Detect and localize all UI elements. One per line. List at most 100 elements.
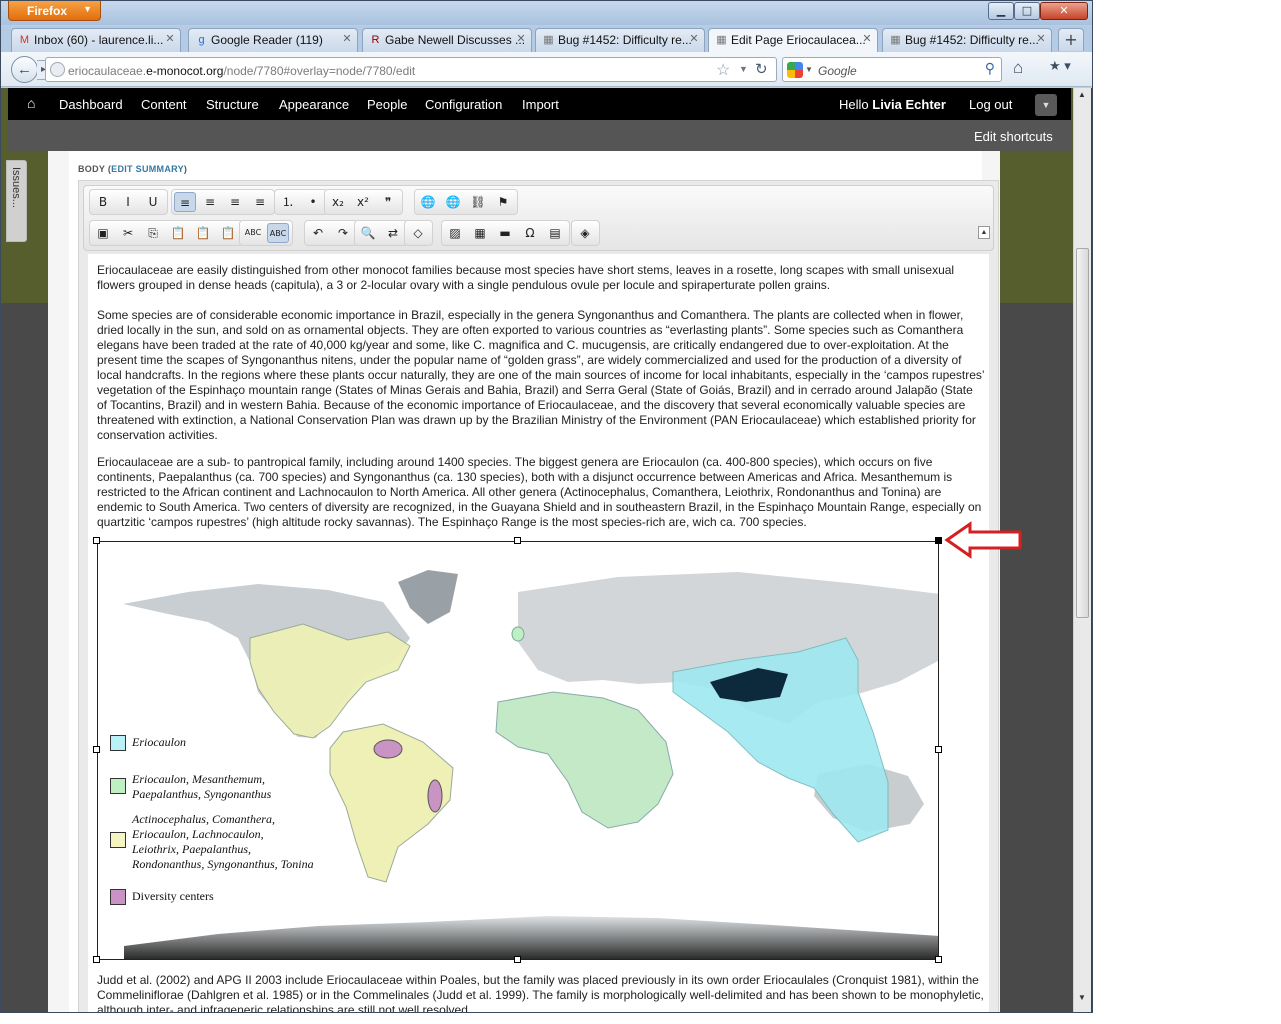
numbered-list-button[interactable]: ⒈ (277, 192, 299, 212)
paste-button[interactable]: 📋 (167, 223, 189, 243)
horizontal-rule-button[interactable]: ▬ (494, 223, 516, 243)
browser-tab[interactable]: ▦ Edit Page Eriocaulacea... ✕ (708, 28, 878, 53)
find-button[interactable]: 🔍 (357, 223, 379, 243)
scroll-up-icon[interactable]: ▲ (1078, 90, 1086, 99)
maximize-button[interactable]: □ (1014, 2, 1040, 20)
underline-button[interactable]: U (142, 192, 164, 212)
special-char-button[interactable]: Ω (519, 223, 541, 243)
toolbar-group: ↶ ↷ (304, 220, 358, 246)
bullet-list-button[interactable]: • (302, 192, 324, 212)
resize-handle-top[interactable] (514, 537, 521, 544)
resize-handle-bottom-right[interactable] (935, 956, 942, 963)
resize-handle-top-right[interactable] (935, 537, 942, 544)
logout-link[interactable]: Log out (969, 97, 1012, 112)
issues-tab[interactable]: Issues... (6, 160, 27, 242)
align-left-button[interactable]: ≡ (174, 192, 196, 212)
browser-tab[interactable]: ▦ Bug #1452: Difficulty re... ✕ (535, 28, 705, 52)
edit-summary-link[interactable]: EDIT SUMMARY (111, 164, 184, 174)
close-window-button[interactable]: ✕ (1040, 2, 1088, 20)
url-bar[interactable]: eriocaulaceae.e-monocot.org/node/7780#ov… (45, 57, 777, 82)
scrollbar-thumb[interactable] (1076, 248, 1089, 618)
bookmark-star-icon[interactable]: ☆ (716, 60, 730, 80)
paragraph[interactable]: Some species are of considerable economi… (97, 308, 985, 443)
admin-menu-configuration[interactable]: Configuration (425, 97, 502, 112)
firefox-menu-button[interactable]: Firefox ▼ (8, 1, 101, 21)
copy-button[interactable]: ⎘ (142, 223, 164, 243)
resize-handle-right[interactable] (935, 746, 942, 753)
anchor-button[interactable]: ⛓ (467, 192, 489, 212)
browser-tab[interactable]: g Google Reader (119) ✕ (188, 28, 358, 52)
shortcuts-toggle-button[interactable]: ▼ (1035, 94, 1057, 116)
scroll-down-icon[interactable]: ▼ (1078, 993, 1086, 1002)
paragraph[interactable]: Eriocaulaceae are easily distinguished f… (97, 263, 985, 293)
collapse-toolbar-button[interactable]: ▲ (978, 226, 990, 239)
resize-handle-bottom-left[interactable] (93, 956, 100, 963)
remove-format-button[interactable]: ◇ (407, 223, 429, 243)
admin-menu-structure[interactable]: Structure (206, 97, 259, 112)
edit-shortcuts-link[interactable]: Edit shortcuts (974, 129, 1053, 144)
spellcheck-button[interactable]: ABC (242, 223, 264, 243)
search-input[interactable]: Google (818, 64, 857, 78)
engine-dropdown-icon[interactable]: ▼ (805, 65, 813, 74)
username-link[interactable]: Livia Echter (872, 97, 946, 112)
superscript-button[interactable]: x² (352, 192, 374, 212)
cut-button[interactable]: ✂ (117, 223, 139, 243)
align-right-button[interactable]: ≡ (224, 192, 246, 212)
replace-button[interactable]: ⇄ (382, 223, 404, 243)
spellcheck-as-you-type-button[interactable]: ABC (267, 223, 289, 243)
minimize-button[interactable]: ▁ (988, 2, 1014, 20)
admin-menu-people[interactable]: People (367, 97, 407, 112)
table-button[interactable]: ▦ (469, 223, 491, 243)
browser-tab[interactable]: R Gabe Newell Discusses ... ✕ (362, 28, 532, 52)
admin-menu-appearance[interactable]: Appearance (279, 97, 349, 112)
new-tab-button[interactable]: + (1058, 28, 1084, 51)
editor-content-area[interactable]: Eriocaulaceae are easily distinguished f… (88, 254, 989, 1012)
link-button[interactable]: 🌐 (417, 192, 439, 212)
site-identity-icon[interactable] (50, 62, 65, 77)
align-center-button[interactable]: ≡ (199, 192, 221, 212)
maximize-button[interactable]: ◈ (574, 223, 596, 243)
italic-button[interactable]: I (117, 192, 139, 212)
paste-word-button[interactable]: 📋 (217, 223, 239, 243)
page-break-button[interactable]: ▤ (544, 223, 566, 243)
image-button[interactable]: ▨ (444, 223, 466, 243)
reload-icon[interactable]: ↻ (755, 60, 768, 78)
paragraph[interactable]: Judd et al. (2002) and APG II 2003 inclu… (97, 973, 985, 1012)
undo-button[interactable]: ↶ (307, 223, 329, 243)
tab-close-icon[interactable]: ✕ (1035, 33, 1047, 45)
blockquote-button[interactable]: ❞ (377, 192, 399, 212)
resize-handle-left[interactable] (93, 746, 100, 753)
vertical-scrollbar[interactable]: ▲ ▼ (1073, 88, 1091, 1012)
unlink-button[interactable]: 🌐 (442, 192, 464, 212)
bookmarks-menu-button[interactable]: ★ ▾ (1049, 58, 1081, 80)
home-icon[interactable]: ⌂ (1013, 58, 1023, 78)
subscript-button[interactable]: x₂ (327, 192, 349, 212)
resize-handle-bottom[interactable] (514, 956, 521, 963)
paste-text-button[interactable]: 📋 (192, 223, 214, 243)
url-history-dropdown-icon[interactable]: ▼ (739, 64, 748, 74)
redo-button[interactable]: ↷ (332, 223, 354, 243)
resize-handle-top-left[interactable] (93, 537, 100, 544)
search-box[interactable]: ▼ Google ⚲ (782, 57, 1002, 82)
browser-tab[interactable]: M Inbox (60) - laurence.li... ✕ (11, 28, 181, 52)
select-all-button[interactable]: ▣ (92, 223, 114, 243)
distribution-map-image[interactable]: Eriocaulon Eriocaulon, Mesanthemum, Paepal… (97, 541, 939, 960)
tab-close-icon[interactable]: ✕ (164, 33, 176, 45)
admin-menu-import[interactable]: Import (522, 97, 559, 112)
tab-close-icon[interactable]: ✕ (688, 33, 700, 45)
admin-home-icon[interactable]: ⌂ (27, 95, 35, 111)
admin-menu-content[interactable]: Content (141, 97, 187, 112)
url-text[interactable]: eriocaulaceae.e-monocot.org/node/7780#ov… (68, 64, 415, 78)
flag-button[interactable]: ⚑ (492, 192, 514, 212)
paragraph[interactable]: Eriocaulaceae are a sub- to pantropical … (97, 455, 985, 530)
browser-tab[interactable]: ▦ Bug #1452: Difficulty re... ✕ (882, 28, 1052, 52)
tab-close-icon[interactable]: ✕ (861, 33, 873, 45)
back-button[interactable]: ← (11, 56, 38, 83)
tab-close-icon[interactable]: ✕ (515, 33, 527, 45)
admin-menu-dashboard[interactable]: Dashboard (59, 97, 123, 112)
magnifier-icon[interactable]: ⚲ (985, 60, 995, 77)
justify-button[interactable]: ≡ (249, 192, 271, 212)
google-engine-icon[interactable] (787, 62, 803, 78)
bold-button[interactable]: B (92, 192, 114, 212)
tab-close-icon[interactable]: ✕ (341, 33, 353, 45)
